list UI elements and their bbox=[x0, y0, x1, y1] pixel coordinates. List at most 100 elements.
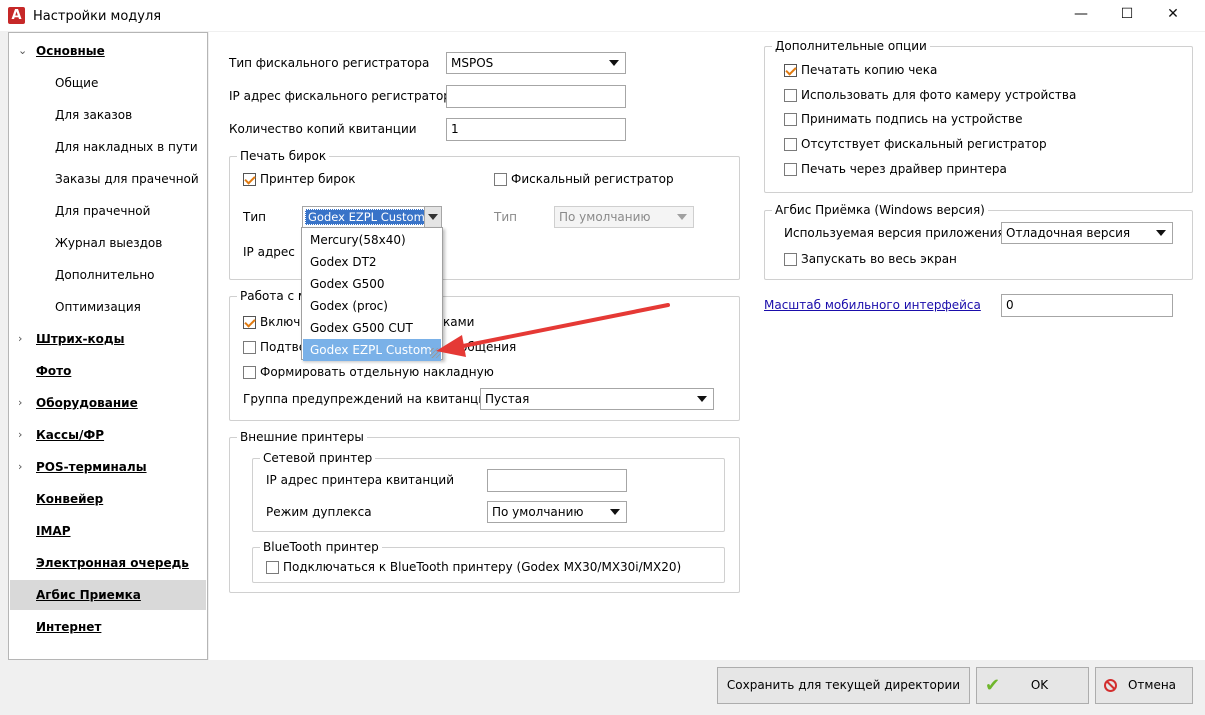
chevron-down-icon bbox=[677, 214, 687, 220]
tree-item-dopolnitelno[interactable]: Дополнительно bbox=[10, 260, 206, 290]
print-via-driver-label: Печать через драйвер принтера bbox=[801, 162, 1007, 176]
accept-signature-label: Принимать подпись на устройстве bbox=[801, 112, 1023, 126]
tag-type2-label: Тип bbox=[494, 210, 517, 224]
tag-type-label: Тип bbox=[243, 210, 266, 224]
tree-item-internet[interactable]: Интернет bbox=[10, 612, 206, 642]
tree-item-dlya-zakazov[interactable]: Для заказов bbox=[10, 100, 206, 130]
tree-item-elektronnaya-ochered[interactable]: Электронная очередь bbox=[10, 548, 206, 578]
net-ip-input[interactable] bbox=[487, 469, 627, 492]
fullscreen-checkbox[interactable] bbox=[784, 253, 797, 266]
tree-item-label: Основные bbox=[36, 44, 105, 58]
fiscal-type-select[interactable]: MSPOS bbox=[446, 52, 626, 74]
dropdown-option[interactable]: Godex DT2 bbox=[303, 251, 441, 273]
chevron-down-icon bbox=[1156, 230, 1166, 236]
tree-item-osnovnye[interactable]: ⌄ Основные bbox=[10, 36, 206, 66]
window-title: Настройки модуля bbox=[33, 9, 162, 24]
mobile-scale-link[interactable]: Масштаб мобильного интерфейса bbox=[764, 298, 981, 312]
tree-item-foto[interactable]: Фото bbox=[10, 356, 206, 386]
chevron-right-icon[interactable]: › bbox=[18, 420, 22, 450]
warning-group-label: Группа предупреждений на квитанции bbox=[243, 392, 494, 406]
tree-item-kassy[interactable]: › Кассы/ФР bbox=[10, 420, 206, 450]
work-option2-checkbox[interactable] bbox=[243, 341, 256, 354]
tag-printer-checkbox[interactable] bbox=[243, 173, 256, 186]
tree-item-obshie[interactable]: Общие bbox=[10, 68, 206, 98]
tag-ip-label: IP адрес bbox=[243, 245, 295, 259]
chevron-down-icon bbox=[428, 214, 438, 220]
print-receipt-copy-label: Печатать копию чека bbox=[801, 63, 938, 77]
separate-invoice-checkbox[interactable] bbox=[243, 366, 256, 379]
ok-label: OK bbox=[1030, 678, 1049, 692]
copies-label: Количество копий квитанции bbox=[229, 122, 417, 136]
title-bar: A Настройки модуля — ☐ ✕ bbox=[0, 0, 1205, 31]
tag-type-select[interactable]: Godex EZPL Custom bbox=[302, 206, 442, 228]
cancel-label: Отмена bbox=[1127, 678, 1177, 692]
tree-item-label: Штрих-коды bbox=[36, 332, 125, 346]
tree-item-shtrih-kody[interactable]: › Штрих-коды bbox=[10, 324, 206, 354]
tree-item-pos-terminaly[interactable]: › POS-терминалы bbox=[10, 452, 206, 482]
group-title: Печать бирок bbox=[237, 149, 330, 163]
tag-printer-label: Принтер бирок bbox=[260, 172, 356, 186]
tree-item-nakladnye[interactable]: Для накладных в пути bbox=[10, 132, 206, 162]
tree-item-oborudovanie[interactable]: › Оборудование bbox=[10, 388, 206, 418]
dropdown-option[interactable]: Mercury(58x40) bbox=[303, 229, 441, 251]
app-version-select[interactable]: Отладочная версия bbox=[1001, 222, 1173, 244]
select-value: По умолчанию bbox=[492, 505, 584, 519]
bluetooth-label: Подключаться к BlueTooth принтеру (Godex… bbox=[283, 560, 682, 574]
separate-invoice-label: Формировать отдельную накладную bbox=[260, 365, 494, 379]
agbis-windows-group: Агбис Приёмка (Windows версия) bbox=[764, 203, 1193, 280]
close-button[interactable]: ✕ bbox=[1150, 0, 1196, 31]
maximize-button[interactable]: ☐ bbox=[1104, 0, 1150, 31]
cancel-icon bbox=[1104, 679, 1117, 692]
fullscreen-label: Запускать во весь экран bbox=[801, 252, 957, 266]
group-title: Внешние принтеры bbox=[237, 430, 367, 444]
fiscal-ip-label: IP адрес фискального регистратора bbox=[229, 89, 459, 103]
tree-item-prachechnaya[interactable]: Для прачечной bbox=[10, 196, 206, 226]
mobile-scale-input[interactable]: 0 bbox=[1001, 294, 1173, 317]
print-receipt-copy-checkbox[interactable] bbox=[784, 64, 797, 77]
chevron-right-icon[interactable]: › bbox=[18, 452, 22, 482]
warning-group-select[interactable]: Пустая bbox=[480, 388, 714, 410]
fiscal-reg-checkbox[interactable] bbox=[494, 173, 507, 186]
ok-button[interactable]: ✔ OK bbox=[976, 667, 1089, 704]
chevron-down-icon[interactable]: ⌄ bbox=[18, 36, 27, 66]
chevron-right-icon[interactable]: › bbox=[18, 388, 22, 418]
app-logo-icon: A bbox=[8, 7, 25, 24]
select-value: MSPOS bbox=[451, 56, 494, 70]
fiscal-reg-label: Фискальный регистратор bbox=[511, 172, 674, 186]
tree-item-agbis-priemka[interactable]: Агбис Приемка bbox=[10, 580, 206, 610]
use-camera-checkbox[interactable] bbox=[784, 89, 797, 102]
duplex-label: Режим дуплекса bbox=[266, 505, 372, 519]
tree-item-label: Оборудование bbox=[36, 396, 138, 410]
fiscal-type-label: Тип фискального регистратора bbox=[229, 56, 430, 70]
minimize-button[interactable]: — bbox=[1058, 0, 1104, 31]
duplex-select[interactable]: По умолчанию bbox=[487, 501, 627, 523]
tree-item-konveyer[interactable]: Конвейер bbox=[10, 484, 206, 514]
chevron-right-icon[interactable]: › bbox=[18, 324, 22, 354]
settings-tree: ⌄ Основные Общие Для заказов Для накладны… bbox=[8, 32, 208, 660]
tag-type2-select[interactable]: По умолчанию bbox=[554, 206, 694, 228]
select-value: Пустая bbox=[485, 392, 530, 406]
tree-item-optimizaciya[interactable]: Оптимизация bbox=[10, 292, 206, 322]
bluetooth-checkbox[interactable] bbox=[266, 561, 279, 574]
accept-signature-checkbox[interactable] bbox=[784, 113, 797, 126]
annotation-arrow-icon bbox=[436, 303, 670, 357]
no-fiscal-reg-label: Отсутствует фискальный регистратор bbox=[801, 137, 1047, 151]
work-option1-checkbox[interactable] bbox=[243, 316, 256, 329]
group-title: Дополнительные опции bbox=[772, 39, 930, 53]
group-title: BlueTooth принтер bbox=[260, 540, 382, 554]
tree-item-zhurnal-vyezdov[interactable]: Журнал выездов bbox=[10, 228, 206, 258]
no-fiscal-reg-checkbox[interactable] bbox=[784, 138, 797, 151]
dropdown-option[interactable]: Godex G500 bbox=[303, 273, 441, 295]
tree-item-imap[interactable]: IMAP bbox=[10, 516, 206, 546]
print-via-driver-checkbox[interactable] bbox=[784, 163, 797, 176]
group-title: Агбис Приёмка (Windows версия) bbox=[772, 203, 988, 217]
copies-input[interactable]: 1 bbox=[446, 118, 626, 141]
app-version-label: Используемая версия приложения bbox=[784, 226, 1005, 240]
net-ip-label: IP адрес принтера квитанций bbox=[266, 473, 454, 487]
cancel-button[interactable]: Отмена bbox=[1095, 667, 1193, 704]
tree-item-zakazy-prachechnoy[interactable]: Заказы для прачечной bbox=[10, 164, 206, 194]
checkmark-icon: ✔ bbox=[985, 675, 1001, 696]
chevron-down-icon bbox=[697, 396, 707, 402]
fiscal-ip-input[interactable] bbox=[446, 85, 626, 108]
save-directory-button[interactable]: Сохранить для текущей директории bbox=[717, 667, 970, 704]
